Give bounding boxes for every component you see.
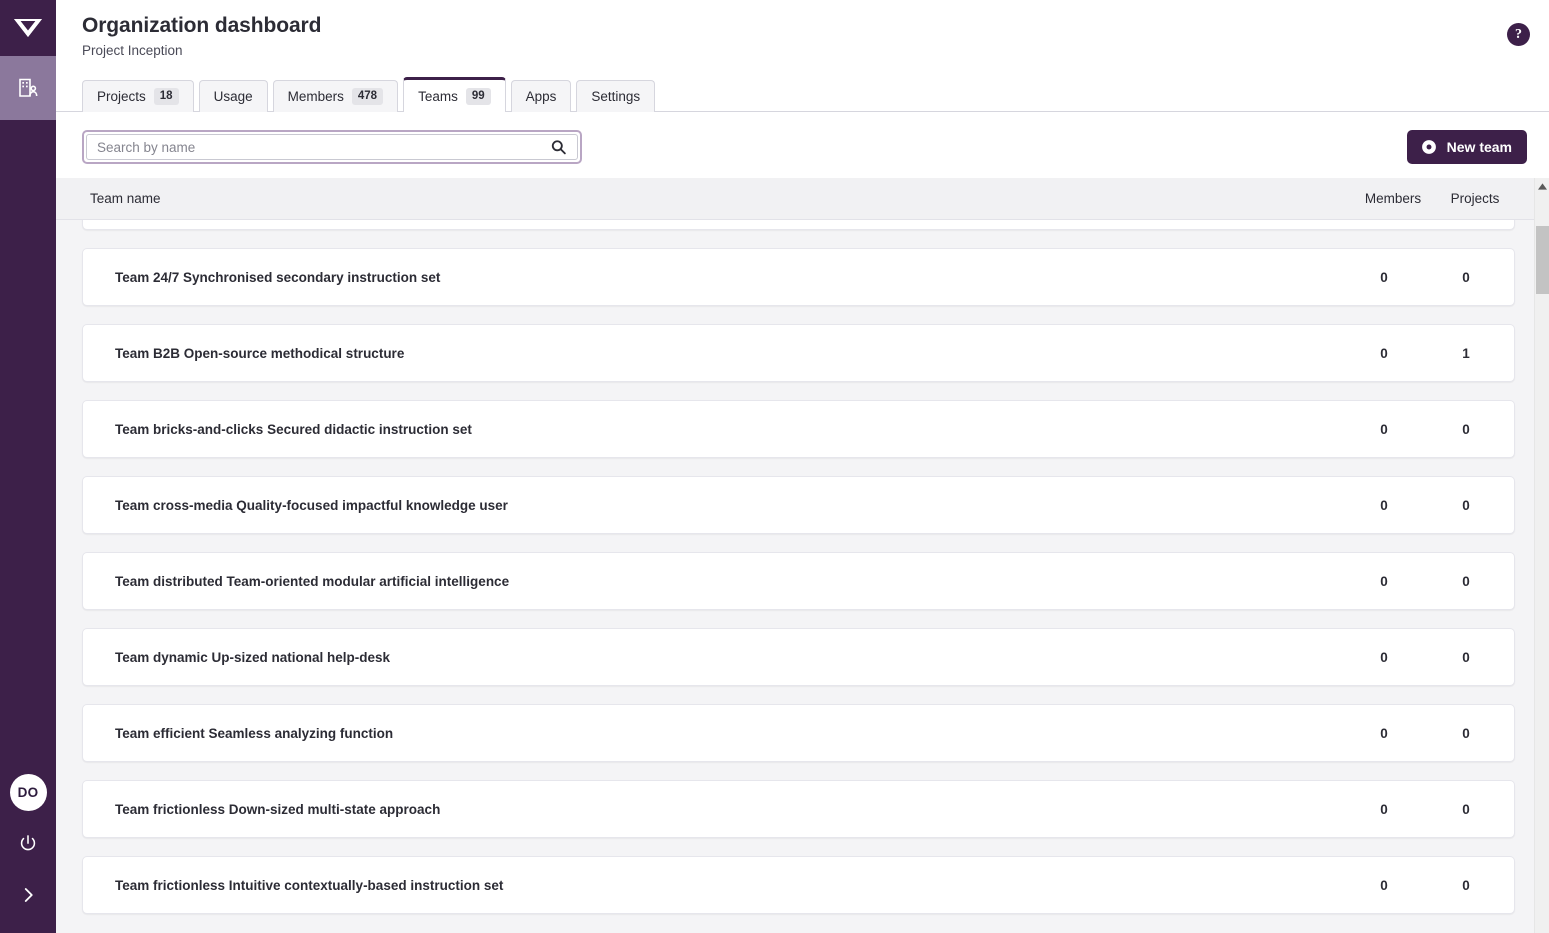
new-team-label: New team [1447, 139, 1512, 155]
tab-badge: 99 [466, 88, 491, 105]
chevron-right-icon [19, 886, 37, 904]
table-header-row: Team name Members Projects [56, 178, 1549, 220]
column-header-projects: Projects [1435, 191, 1515, 206]
table-row[interactable]: Team cross-media Quality-focused impactf… [82, 476, 1515, 534]
table-rows: Team 24/7 Synchronised secondary instruc… [82, 220, 1515, 914]
cell-members: 0 [1342, 802, 1426, 817]
app-logo[interactable] [0, 0, 56, 56]
tab-members[interactable]: Members 478 [273, 80, 398, 112]
new-team-button[interactable]: New team [1407, 130, 1527, 164]
tab-teams[interactable]: Teams 99 [403, 77, 506, 112]
tab-projects[interactable]: Projects 18 [82, 80, 194, 112]
vercel-chevron-logo-icon [14, 19, 42, 37]
table-row[interactable] [82, 220, 1515, 230]
column-header-members: Members [1351, 191, 1435, 206]
table-row[interactable]: Team frictionless Intuitive contextually… [82, 856, 1515, 914]
tab-apps[interactable]: Apps [511, 80, 572, 112]
tab-label: Members [288, 89, 344, 104]
tab-settings[interactable]: Settings [576, 80, 655, 112]
tab-label: Projects [97, 89, 146, 104]
organization-building-person-icon [16, 76, 40, 100]
cell-members: 0 [1342, 346, 1426, 361]
table-row[interactable]: Team dynamic Up-sized national help-desk… [82, 628, 1515, 686]
cell-projects: 0 [1426, 802, 1506, 817]
tab-label: Settings [591, 89, 640, 104]
table-row[interactable]: Team 24/7 Synchronised secondary instruc… [82, 248, 1515, 306]
scroll-up-arrow[interactable] [1535, 178, 1549, 194]
cell-members: 0 [1342, 574, 1426, 589]
cell-team-name: Team dynamic Up-sized national help-desk [83, 650, 1342, 665]
cell-members: 0 [1342, 270, 1426, 285]
cell-team-name: Team distributed Team-oriented modular a… [83, 574, 1342, 589]
page-header: Organization dashboard Project Inception… [56, 0, 1549, 60]
cell-team-name: Team frictionless Down-sized multi-state… [83, 802, 1342, 817]
tab-label: Teams [418, 89, 458, 104]
tab-label: Usage [214, 89, 253, 104]
teams-table: Team name Members Projects Team 24/7 Syn… [56, 178, 1549, 933]
tab-badge: 18 [154, 88, 179, 105]
vertical-scrollbar[interactable] [1534, 178, 1549, 933]
cell-team-name: Team B2B Open-source methodical structur… [83, 346, 1342, 361]
main-content: Organization dashboard Project Inception… [56, 0, 1549, 933]
cell-team-name: Team bricks-and-clicks Secured didactic … [83, 422, 1342, 437]
cell-members: 0 [1342, 498, 1426, 513]
tab-badge: 478 [352, 88, 383, 105]
chevron-up-icon [1538, 183, 1547, 190]
cell-projects: 1 [1426, 346, 1506, 361]
power-icon [17, 833, 39, 855]
cell-projects: 0 [1426, 574, 1506, 589]
tab-usage[interactable]: Usage [199, 80, 268, 112]
page-title: Organization dashboard [82, 12, 1525, 40]
cell-projects: 0 [1426, 878, 1506, 893]
tab-label: Apps [526, 89, 557, 104]
table-row[interactable]: Team bricks-and-clicks Secured didactic … [82, 400, 1515, 458]
cell-members: 0 [1342, 650, 1426, 665]
app-root: DO Organization dashboard Project Incept… [0, 0, 1549, 933]
help-question-icon: ? [1515, 27, 1522, 43]
search-icon[interactable] [550, 139, 567, 156]
cell-projects: 0 [1426, 650, 1506, 665]
cell-projects: 0 [1426, 422, 1506, 437]
search-box-inner [86, 134, 578, 160]
table-row[interactable]: Team efficient Seamless analyzing functi… [82, 704, 1515, 762]
cell-projects: 0 [1426, 270, 1506, 285]
toolbar: New team [56, 112, 1549, 178]
logout-button[interactable] [17, 833, 39, 860]
cell-members: 0 [1342, 422, 1426, 437]
table-row[interactable]: Team distributed Team-oriented modular a… [82, 552, 1515, 610]
table-row[interactable]: Team B2B Open-source methodical structur… [82, 324, 1515, 382]
cell-members: 0 [1342, 726, 1426, 741]
left-sidebar: DO [0, 0, 56, 933]
cell-members: 0 [1342, 878, 1426, 893]
cell-team-name: Team efficient Seamless analyzing functi… [83, 726, 1342, 741]
cell-team-name: Team 24/7 Synchronised secondary instruc… [83, 270, 1342, 285]
expand-sidebar-button[interactable] [19, 886, 37, 909]
sidebar-item-organization[interactable] [0, 56, 56, 120]
help-button[interactable]: ? [1507, 23, 1530, 46]
scrollbar-thumb[interactable] [1536, 226, 1549, 294]
table-rows-viewport: Team 24/7 Synchronised secondary instruc… [56, 220, 1549, 933]
table-row[interactable]: Team frictionless Down-sized multi-state… [82, 780, 1515, 838]
circle-node-icon [1420, 138, 1438, 156]
cell-team-name: Team frictionless Intuitive contextually… [83, 878, 1342, 893]
page-subtitle: Project Inception [82, 42, 1525, 60]
search-box [82, 130, 582, 164]
cell-projects: 0 [1426, 498, 1506, 513]
cell-team-name: Team cross-media Quality-focused impactf… [83, 498, 1342, 513]
column-header-team-name: Team name [82, 191, 1351, 206]
search-input[interactable] [87, 135, 577, 159]
tab-bar: Projects 18 Usage Members 478 Teams 99 A… [56, 79, 1549, 112]
cell-projects: 0 [1426, 726, 1506, 741]
avatar[interactable]: DO [10, 774, 47, 811]
